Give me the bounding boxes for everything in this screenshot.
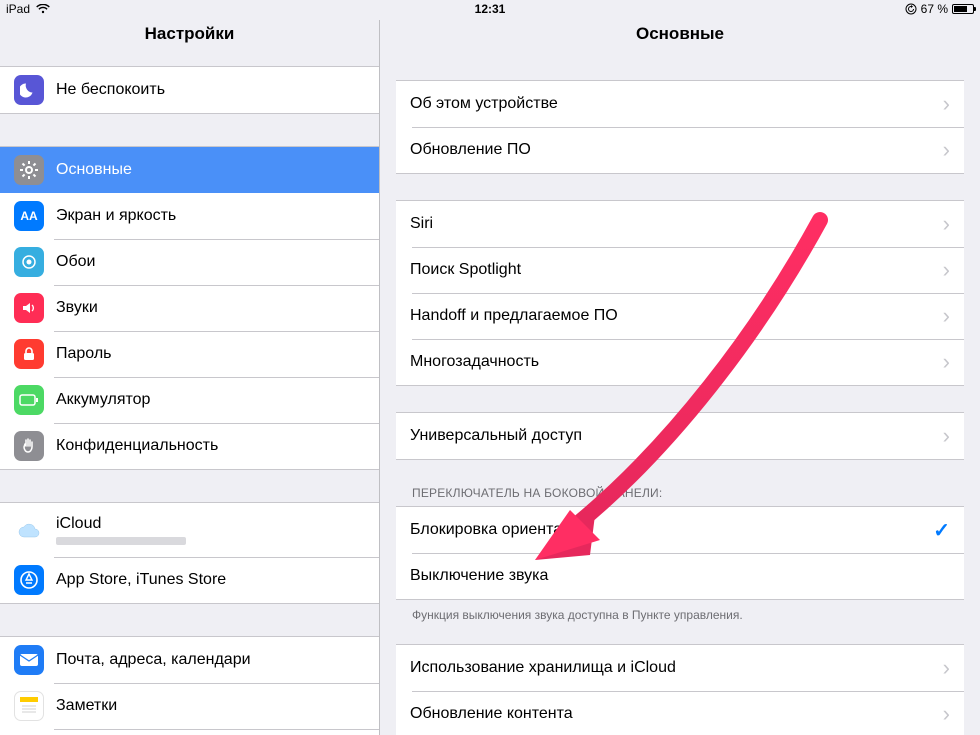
- sidebar-item-label: App Store, iTunes Store: [56, 571, 365, 589]
- appstore-icon: [14, 565, 44, 595]
- detail-item-label: Siri: [410, 215, 935, 233]
- sidebar-item-label: Экран и яркость: [56, 207, 365, 225]
- notes-icon: [14, 691, 44, 721]
- sidebar-item-label: Почта, адреса, календари: [56, 651, 365, 669]
- icloud-account-placeholder: [56, 537, 186, 545]
- detail-item-accessibility[interactable]: Универсальный доступ ›: [396, 413, 964, 459]
- speaker-icon: [14, 293, 44, 323]
- sidebar-item-privacy[interactable]: Конфиденциальность: [0, 423, 379, 469]
- sidebar-item-label: Не беспокоить: [56, 81, 365, 99]
- detail-item-mute[interactable]: Выключение звука: [396, 553, 964, 599]
- chevron-right-icon: ›: [943, 349, 950, 375]
- wallpaper-icon: [14, 247, 44, 277]
- sidebar-item-wallpaper[interactable]: Обои: [0, 239, 379, 285]
- lock-icon: [14, 339, 44, 369]
- sidebar-item-passcode[interactable]: Пароль: [0, 331, 379, 377]
- detail-item-label: Обновление контента: [410, 705, 935, 723]
- sidebar-item-label: Заметки: [56, 697, 365, 715]
- detail-item-multitask[interactable]: Многозадачность ›: [396, 339, 964, 385]
- detail-item-software-update[interactable]: Обновление ПО ›: [396, 127, 964, 173]
- chevron-right-icon: ›: [943, 303, 950, 329]
- sidebar-item-battery[interactable]: Аккумулятор: [0, 377, 379, 423]
- sidebar-item-label: iCloud: [56, 515, 186, 533]
- sidebar-item-label: Основные: [56, 161, 365, 179]
- gear-icon: [14, 155, 44, 185]
- sidebar-item-display[interactable]: AA Экран и яркость: [0, 193, 379, 239]
- chevron-right-icon: ›: [943, 701, 950, 727]
- rotation-lock-icon: [905, 3, 917, 15]
- display-icon: AA: [14, 201, 44, 231]
- chevron-right-icon: ›: [943, 137, 950, 163]
- sidebar-item-label: Звуки: [56, 299, 365, 317]
- battery-icon: [952, 4, 974, 14]
- cloud-icon: [14, 515, 44, 545]
- detail-item-handoff[interactable]: Handoff и предлагаемое ПО ›: [396, 293, 964, 339]
- mail-icon: [14, 645, 44, 675]
- detail-item-label: Использование хранилища и iCloud: [410, 659, 935, 677]
- hand-icon: [14, 431, 44, 461]
- detail-title: Основные: [380, 20, 980, 56]
- side-switch-footer: Функция выключения звука доступна в Пунк…: [396, 600, 964, 622]
- sidebar-item-dnd[interactable]: Не беспокоить: [0, 67, 379, 113]
- detail-item-label: Handoff и предлагаемое ПО: [410, 307, 935, 325]
- detail-item-label: Выключение звука: [410, 567, 950, 585]
- chevron-right-icon: ›: [943, 423, 950, 449]
- checkmark-icon: ✓: [933, 518, 950, 543]
- sidebar-item-label: Конфиденциальность: [56, 437, 365, 455]
- detail-item-about[interactable]: Об этом устройстве ›: [396, 81, 964, 127]
- settings-sidebar: Настройки Не беспокоить О: [0, 20, 380, 735]
- sidebar-item-icloud[interactable]: iCloud: [0, 503, 379, 557]
- battery-app-icon: [14, 385, 44, 415]
- detail-item-lock-rotation[interactable]: Блокировка ориентации ✓: [396, 507, 964, 553]
- detail-item-storage[interactable]: Использование хранилища и iCloud ›: [396, 645, 964, 691]
- sidebar-item-mail[interactable]: Почта, адреса, календари: [0, 637, 379, 683]
- detail-item-siri[interactable]: Siri ›: [396, 201, 964, 247]
- detail-pane: Основные Об этом устройстве › Обновление…: [380, 20, 980, 735]
- detail-item-background-refresh[interactable]: Обновление контента ›: [396, 691, 964, 735]
- detail-item-label: Многозадачность: [410, 353, 935, 371]
- battery-text: 67 %: [921, 2, 948, 16]
- detail-item-label: Блокировка ориентации: [410, 521, 933, 539]
- chevron-right-icon: ›: [943, 211, 950, 237]
- sidebar-item-label: Аккумулятор: [56, 391, 365, 409]
- side-switch-header: ПЕРЕКЛЮЧАТЕЛЬ НА БОКОВОЙ ПАНЕЛИ:: [396, 480, 964, 506]
- detail-item-label: Поиск Spotlight: [410, 261, 935, 279]
- moon-icon: [14, 75, 44, 105]
- detail-item-spotlight[interactable]: Поиск Spotlight ›: [396, 247, 964, 293]
- sidebar-item-sounds[interactable]: Звуки: [0, 285, 379, 331]
- sidebar-item-notes[interactable]: Заметки: [0, 683, 379, 729]
- detail-item-label: Универсальный доступ: [410, 427, 935, 445]
- sidebar-item-general[interactable]: Основные: [0, 147, 379, 193]
- detail-item-label: Обновление ПО: [410, 141, 935, 159]
- status-bar: iPad 12:31 67 %: [0, 0, 980, 20]
- sidebar-item-label: Пароль: [56, 345, 365, 363]
- clock: 12:31: [0, 2, 980, 16]
- chevron-right-icon: ›: [943, 91, 950, 117]
- chevron-right-icon: ›: [943, 655, 950, 681]
- sidebar-item-reminders[interactable]: Напоминания: [0, 729, 379, 735]
- chevron-right-icon: ›: [943, 257, 950, 283]
- sidebar-title: Настройки: [0, 20, 379, 56]
- sidebar-item-appstore[interactable]: App Store, iTunes Store: [0, 557, 379, 603]
- detail-item-label: Об этом устройстве: [410, 95, 935, 113]
- sidebar-item-label: Обои: [56, 253, 365, 271]
